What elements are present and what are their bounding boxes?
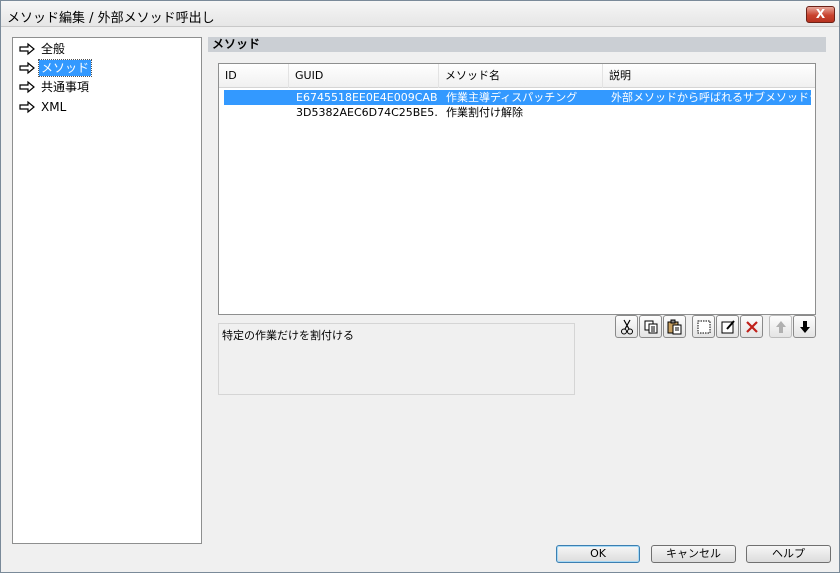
description-text: 特定の作業だけを割付ける bbox=[222, 329, 354, 342]
copy-icon bbox=[644, 320, 657, 334]
cell-guid: E6745518EE0E4E009CAB… bbox=[296, 91, 438, 104]
tree-item-label: 共通事項 bbox=[41, 80, 90, 94]
arrow-right-icon bbox=[19, 42, 35, 56]
move-down-button[interactable] bbox=[793, 315, 816, 338]
cell-description: 外部メソッドから呼ばれるサブメソッドテスト bbox=[611, 91, 811, 104]
close-icon: X bbox=[815, 7, 826, 21]
methods-list[interactable]: ID GUID メソッド名 説明 E6745518EE0E4E009CAB… 作… bbox=[218, 63, 816, 315]
column-header-name[interactable]: メソッド名 bbox=[439, 64, 603, 88]
tree-item-general[interactable]: 全般 bbox=[19, 40, 67, 58]
move-up-button[interactable] bbox=[769, 315, 792, 338]
tree-item-label: 全般 bbox=[41, 42, 66, 56]
close-button[interactable]: X bbox=[806, 6, 835, 23]
delete-icon bbox=[745, 321, 758, 333]
cell-guid: 3D5382AEC6D74C25BE5… bbox=[296, 106, 438, 119]
table-row[interactable]: E6745518EE0E4E009CAB… 作業主導ディスパッチング 外部メソッ… bbox=[224, 90, 811, 105]
arrow-right-icon bbox=[19, 61, 35, 75]
move-up-icon bbox=[775, 321, 786, 333]
copy-button[interactable] bbox=[639, 315, 662, 338]
column-header-description[interactable]: 説明 bbox=[603, 64, 815, 88]
ok-button[interactable]: OK bbox=[556, 545, 640, 563]
edit-button[interactable] bbox=[716, 315, 739, 338]
cell-name: 作業割付け解除 bbox=[446, 106, 523, 119]
table-row[interactable]: 3D5382AEC6D74C25BE5… 作業割付け解除 bbox=[224, 105, 811, 120]
edit-icon bbox=[721, 320, 735, 334]
section-title: メソッド bbox=[208, 37, 826, 52]
arrow-right-icon bbox=[19, 100, 35, 114]
tree-item-label: メソッド bbox=[37, 59, 93, 77]
new-icon bbox=[697, 320, 710, 334]
tree-item-common[interactable]: 共通事項 bbox=[19, 78, 91, 96]
title-bar[interactable]: メソッド編集 / 外部メソッド呼出し X bbox=[1, 1, 839, 27]
cut-icon bbox=[620, 319, 633, 335]
category-tree: 全般 メソッド 共通事項 XML bbox=[12, 37, 202, 544]
description-box: 特定の作業だけを割付ける bbox=[218, 323, 575, 395]
new-button[interactable] bbox=[692, 315, 715, 338]
column-header-guid[interactable]: GUID bbox=[289, 64, 439, 88]
cut-button[interactable] bbox=[615, 315, 638, 338]
arrow-right-icon bbox=[19, 80, 35, 94]
move-down-icon bbox=[799, 321, 810, 333]
tree-item-xml[interactable]: XML bbox=[19, 98, 68, 116]
tree-item-method[interactable]: メソッド bbox=[19, 59, 93, 77]
help-button[interactable]: ヘルプ bbox=[746, 545, 831, 563]
cancel-button[interactable]: キャンセル bbox=[651, 545, 736, 563]
dialog-window: メソッド編集 / 外部メソッド呼出し X 全般 メソッド 共通事項 XML メソ… bbox=[0, 0, 840, 573]
list-header: ID GUID メソッド名 説明 bbox=[219, 64, 815, 88]
delete-button[interactable] bbox=[740, 315, 763, 338]
paste-icon bbox=[667, 319, 681, 335]
window-title: メソッド編集 / 外部メソッド呼出し bbox=[7, 11, 215, 26]
column-header-id[interactable]: ID bbox=[219, 64, 289, 88]
paste-button[interactable] bbox=[663, 315, 686, 338]
tree-item-label: XML bbox=[41, 100, 67, 114]
cell-name: 作業主導ディスパッチング bbox=[446, 91, 578, 104]
